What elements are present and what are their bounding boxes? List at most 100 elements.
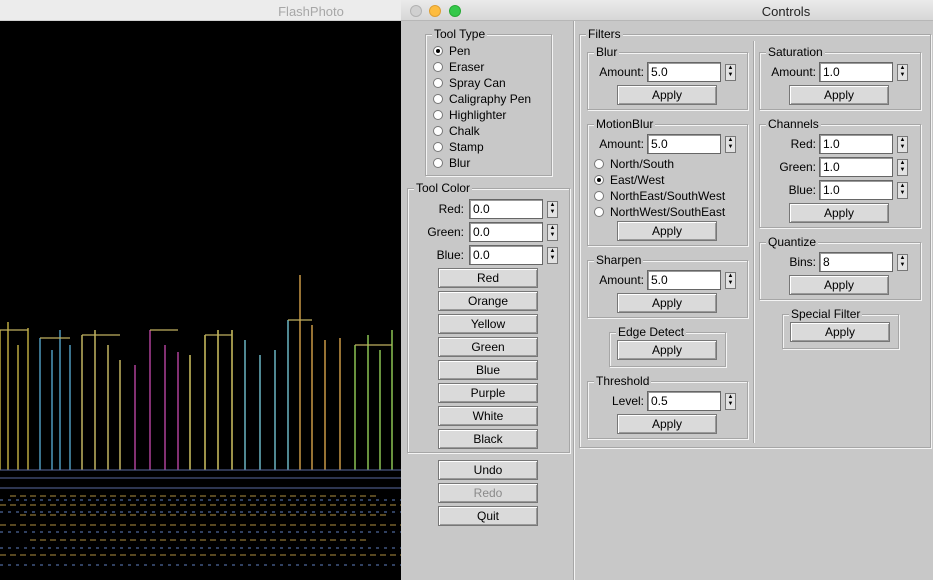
panel-divider (573, 21, 575, 580)
radio-icon (433, 78, 443, 88)
saturation-label: Saturation (766, 45, 825, 59)
sharpen-apply-button[interactable]: Apply (617, 293, 717, 313)
tool-red-label: Red: (438, 202, 464, 216)
blur-group: Blur Amount: 5.0 ▲ ▼ Apply (587, 45, 748, 110)
photo-canvas[interactable] (0, 0, 401, 580)
motion-blur-label: MotionBlur (594, 117, 656, 131)
color-white-button[interactable]: White (438, 406, 538, 426)
radio-icon (433, 126, 443, 136)
motion-blur-apply-button[interactable]: Apply (617, 221, 717, 241)
radio-icon (594, 159, 604, 169)
tool-blue-label: Blue: (436, 248, 464, 262)
radio-selected-icon (433, 46, 443, 56)
quantize-bins-stepper[interactable]: ▲ ▼ (897, 254, 908, 271)
color-yellow-button[interactable]: Yellow (438, 314, 538, 334)
canvas-window (0, 0, 401, 580)
direction-radio-north-south[interactable]: North/South (594, 156, 674, 172)
color-purple-button[interactable]: Purple (438, 383, 538, 403)
special-filter-apply-button[interactable]: Apply (790, 322, 890, 342)
tool-blue-stepper[interactable]: ▲ ▼ (547, 247, 558, 264)
special-filter-label: Special Filter (789, 307, 863, 321)
tool-red-stepper[interactable]: ▲ ▼ (547, 201, 558, 218)
color-black-button[interactable]: Black (438, 429, 538, 449)
color-red-button[interactable]: Red (438, 268, 538, 288)
direction-radio-northwest-southeast[interactable]: NorthWest/SouthEast (594, 204, 725, 220)
tool-type-label: Tool Type (432, 27, 488, 41)
quantize-group: Quantize Bins: 8 ▲ ▼ Apply (759, 235, 921, 300)
threshold-apply-button[interactable]: Apply (617, 414, 717, 434)
quantize-bins-input[interactable]: 8 (819, 252, 893, 272)
redo-button[interactable]: Redo (438, 483, 538, 503)
radio-icon (433, 158, 443, 168)
tool-red-input[interactable]: 0.0 (469, 199, 543, 219)
channels-label: Channels (766, 117, 821, 131)
undo-button[interactable]: Undo (438, 460, 538, 480)
filters-label: Filters (586, 27, 623, 41)
channels-green-stepper[interactable]: ▲ ▼ (897, 159, 908, 176)
tool-radio-pen[interactable]: Pen (433, 43, 470, 59)
radio-icon (433, 62, 443, 72)
tool-green-label: Green: (427, 225, 464, 239)
blur-amount-label: Amount: (599, 65, 644, 79)
threshold-level-stepper[interactable]: ▲ ▼ (725, 393, 736, 410)
channels-blue-label: Blue: (788, 183, 816, 197)
channels-red-stepper[interactable]: ▲ ▼ (897, 136, 908, 153)
saturation-amount-stepper[interactable]: ▲ ▼ (897, 64, 908, 81)
threshold-level-input[interactable]: 0.5 (647, 391, 721, 411)
motion-blur-group: MotionBlur Amount: 5.0 ▲ ▼ North/South Ea… (587, 117, 748, 246)
tool-radio-spray-can[interactable]: Spray Can (433, 75, 506, 91)
edge-detect-label: Edge Detect (616, 325, 687, 339)
tool-radio-highlighter[interactable]: Highlighter (433, 107, 506, 123)
channels-green-input[interactable]: 1.0 (819, 157, 893, 177)
sharpen-label: Sharpen (594, 253, 644, 267)
quantize-apply-button[interactable]: Apply (789, 275, 889, 295)
blur-label: Blur (594, 45, 620, 59)
filters-divider (753, 41, 755, 443)
color-blue-button[interactable]: Blue (438, 360, 538, 380)
blur-amount-stepper[interactable]: ▲ ▼ (725, 64, 736, 81)
channels-green-label: Green: (779, 160, 816, 174)
saturation-amount-input[interactable]: 1.0 (819, 62, 893, 82)
tool-radio-caligraphy-pen[interactable]: Caligraphy Pen (433, 91, 531, 107)
filters-group: Filters Blur Amount: 5.0 ▲ ▼ Apply Motion… (579, 27, 931, 448)
tool-radio-chalk[interactable]: Chalk (433, 123, 480, 139)
tool-type-group: Tool Type Pen Eraser Spray Can Caligraph… (425, 27, 552, 176)
edge-detect-group: Edge Detect Apply (609, 325, 726, 367)
radio-icon (594, 191, 604, 201)
controls-window-title: Controls (761, 4, 811, 19)
saturation-apply-button[interactable]: Apply (789, 85, 889, 105)
tool-radio-blur[interactable]: Blur (433, 155, 470, 171)
edge-detect-apply-button[interactable]: Apply (617, 340, 717, 360)
channels-blue-input[interactable]: 1.0 (819, 180, 893, 200)
channels-red-input[interactable]: 1.0 (819, 134, 893, 154)
threshold-group: Threshold Level: 0.5 ▲ ▼ Apply (587, 374, 748, 439)
quantize-bins-label: Bins: (789, 255, 816, 269)
channels-apply-button[interactable]: Apply (789, 203, 889, 223)
sharpen-amount-stepper[interactable]: ▲ ▼ (725, 272, 736, 289)
tool-blue-input[interactable]: 0.0 (469, 245, 543, 265)
saturation-amount-label: Amount: (771, 65, 816, 79)
controls-window-titlebar[interactable]: Controls (401, 0, 933, 21)
controls-panel: Tool Type Pen Eraser Spray Can Caligraph… (401, 21, 933, 580)
channels-blue-stepper[interactable]: ▲ ▼ (897, 182, 908, 199)
threshold-level-label: Level: (611, 394, 644, 408)
sharpen-amount-input[interactable]: 5.0 (647, 270, 721, 290)
tool-radio-eraser[interactable]: Eraser (433, 59, 484, 75)
quit-button[interactable]: Quit (438, 506, 538, 526)
tool-radio-stamp[interactable]: Stamp (433, 139, 484, 155)
radio-icon (433, 142, 443, 152)
direction-radio-northeast-southwest[interactable]: NorthEast/SouthWest (594, 188, 725, 204)
tool-green-stepper[interactable]: ▲ ▼ (547, 224, 558, 241)
blur-amount-input[interactable]: 5.0 (647, 62, 721, 82)
color-orange-button[interactable]: Orange (438, 291, 538, 311)
direction-radio-east-west[interactable]: East/West (594, 172, 664, 188)
tool-color-group: Tool Color Red: 0.0 ▲ ▼ Green: 0.0 ▲ ▼ Blu… (407, 181, 570, 453)
blur-apply-button[interactable]: Apply (617, 85, 717, 105)
photo-window-titlebar[interactable]: FlashPhoto (0, 0, 401, 21)
tool-green-input[interactable]: 0.0 (469, 222, 543, 242)
quantize-label: Quantize (766, 235, 819, 249)
radio-icon (594, 207, 604, 217)
motion-blur-amount-input[interactable]: 5.0 (647, 134, 721, 154)
color-green-button[interactable]: Green (438, 337, 538, 357)
motion-blur-amount-stepper[interactable]: ▲ ▼ (725, 136, 736, 153)
